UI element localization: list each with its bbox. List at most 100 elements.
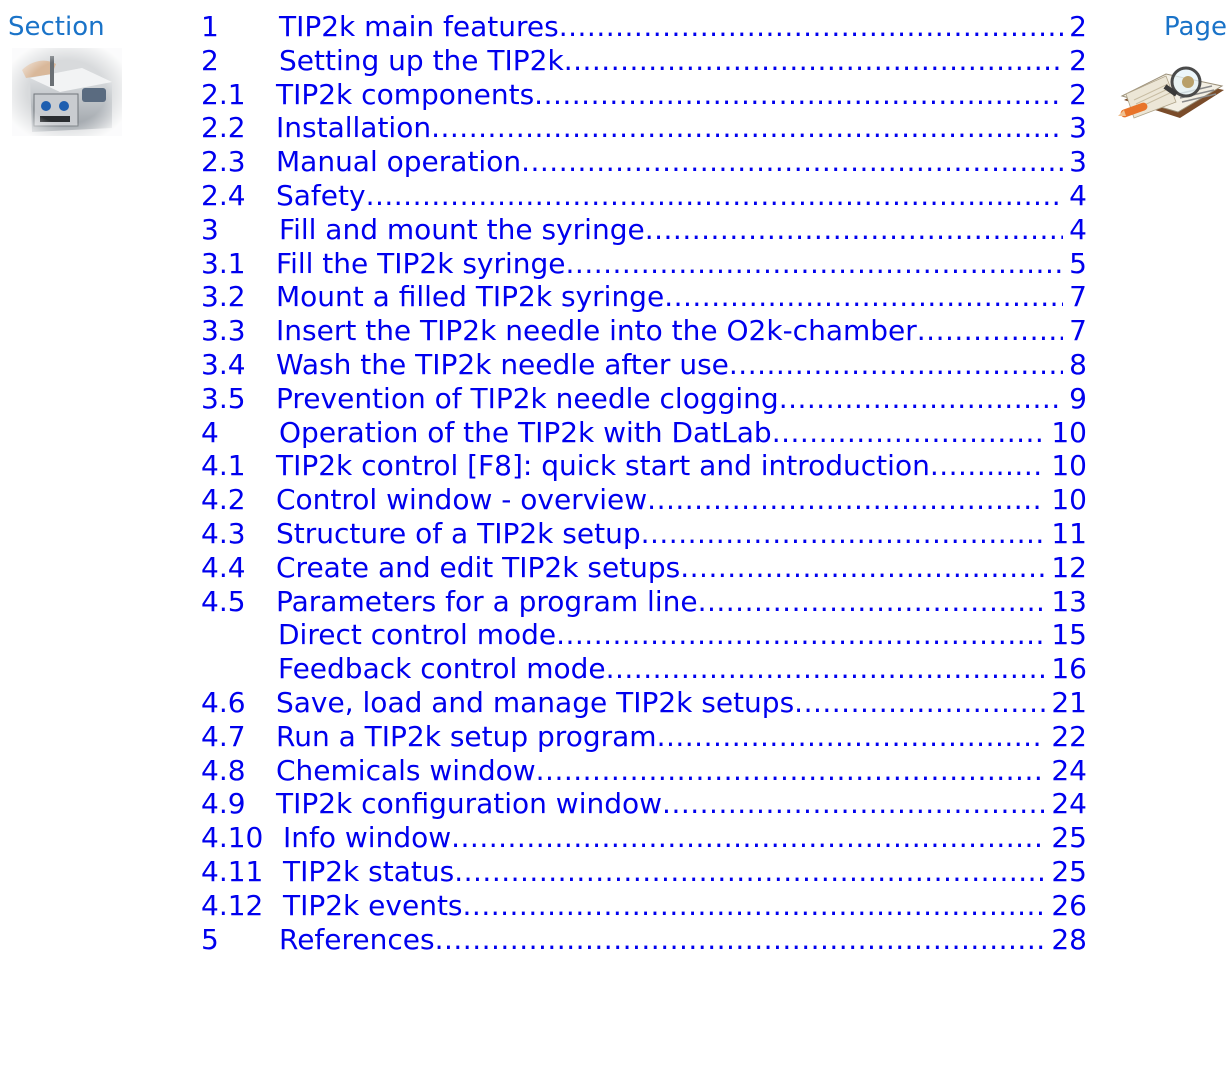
toc-page-number[interactable]: 24 [1045, 754, 1087, 788]
toc-entry[interactable]: 4.11 TIP2k status 25 [201, 855, 1087, 889]
toc-entry[interactable]: 4.10 Info window 25 [201, 821, 1087, 855]
toc-section-number: 3.4 [201, 347, 246, 381]
toc-page-number[interactable]: 21 [1045, 686, 1087, 720]
toc-section-number: 4.3 [201, 516, 246, 550]
toc-page-number[interactable]: 16 [1045, 652, 1087, 686]
toc-page-number[interactable]: 12 [1045, 551, 1087, 585]
toc-section-title[interactable]: Setting up the TIP2k [279, 44, 564, 78]
toc-section-number: 4.7 [201, 719, 246, 753]
toc-section-title[interactable]: Feedback control mode [278, 652, 606, 686]
toc-entry[interactable]: 3.2 Mount a filled TIP2k syringe 7 [201, 280, 1087, 314]
toc-page-number[interactable]: 10 [1045, 416, 1087, 450]
toc-dot-leader [641, 517, 1046, 551]
toc-section-title[interactable]: Mount a filled TIP2k syringe [276, 280, 664, 314]
toc-section-title[interactable]: References [279, 923, 435, 957]
toc-entry[interactable]: 3.3 Insert the TIP2k needle into the O2k-… [201, 314, 1087, 348]
toc-section-title[interactable]: Save, load and manage TIP2k setups [276, 686, 794, 720]
toc-section-title[interactable]: Safety [276, 179, 366, 213]
toc-section-title[interactable]: Insert the TIP2k needle into the O2k-cha… [276, 314, 917, 348]
toc-entry[interactable]: 1 TIP2k main features 2 [201, 10, 1087, 44]
toc-entry[interactable]: 2.3 Manual operation 3 [201, 145, 1087, 179]
toc-page-number[interactable]: 25 [1045, 821, 1087, 855]
toc-entry[interactable]: 5 References 28 [201, 923, 1087, 957]
toc-entry[interactable]: 3 Fill and mount the syringe 4 [201, 213, 1087, 247]
toc-section-number: 4.6 [201, 685, 246, 719]
toc-section-title[interactable]: Parameters for a program line [276, 585, 698, 619]
toc-entry[interactable]: 4.12 TIP2k events 26 [201, 889, 1087, 923]
toc-entry[interactable]: 3.4 Wash the TIP2k needle after use 8 [201, 348, 1087, 382]
toc-dot-leader [772, 416, 1046, 450]
toc-section-number: 2.4 [201, 178, 246, 212]
toc-page-number[interactable]: 3 [1063, 111, 1087, 145]
toc-entry[interactable]: 3.5 Prevention of TIP2k needle clogging 9 [201, 382, 1087, 416]
toc-entry[interactable]: 4.4 Create and edit TIP2k setups 12 [201, 551, 1087, 585]
toc-section-number: 4.8 [201, 753, 246, 787]
toc-section-title[interactable]: Wash the TIP2k needle after use [276, 348, 729, 382]
toc-page-number[interactable]: 7 [1063, 280, 1087, 314]
toc-page-number[interactable]: 15 [1045, 618, 1087, 652]
toc-section-title[interactable]: Manual operation [276, 145, 521, 179]
toc-page-number[interactable]: 9 [1063, 382, 1087, 416]
toc-section-title[interactable]: Structure of a TIP2k setup [276, 517, 641, 551]
toc-entry[interactable]: 4.8 Chemicals window 24 [201, 754, 1087, 788]
toc-page-number[interactable]: 7 [1063, 314, 1087, 348]
toc-entry[interactable]: 3.1 Fill the TIP2k syringe 5 [201, 247, 1087, 281]
toc-section-title[interactable]: Run a TIP2k setup program [276, 720, 657, 754]
toc-dot-leader [536, 754, 1046, 788]
toc-entry[interactable]: 4.3 Structure of a TIP2k setup 11 [201, 517, 1087, 551]
toc-page-number[interactable]: 2 [1063, 78, 1087, 112]
toc-section-number: 3.2 [201, 280, 246, 314]
toc-entry[interactable]: Feedback control mode 16 [201, 652, 1087, 686]
toc-section-title[interactable]: Fill and mount the syringe [279, 213, 645, 247]
toc-section-title[interactable]: TIP2k configuration window [276, 787, 662, 821]
toc-dot-leader [463, 889, 1046, 923]
toc-section-title[interactable]: TIP2k status [283, 855, 454, 889]
toc-entry[interactable]: 4.1 TIP2k control [F8]: quick start and i… [201, 449, 1087, 483]
toc-section-title[interactable]: TIP2k components [276, 78, 534, 112]
toc-page-number[interactable]: 10 [1045, 483, 1087, 517]
toc-entry[interactable]: Direct control mode 15 [201, 618, 1087, 652]
toc-entry[interactable]: 4.5 Parameters for a program line 13 [201, 585, 1087, 619]
toc-section-title[interactable]: TIP2k main features [279, 10, 559, 44]
toc-page-number[interactable]: 25 [1045, 855, 1087, 889]
toc-section-number: 4.10 [201, 821, 264, 855]
toc-page-number[interactable]: 10 [1045, 449, 1087, 483]
toc-section-title[interactable]: TIP2k events [283, 889, 463, 923]
toc-page-number[interactable]: 13 [1045, 585, 1087, 619]
toc-section-title[interactable]: Installation [276, 111, 431, 145]
toc-page-number[interactable]: 2 [1063, 44, 1087, 78]
toc-entry[interactable]: 4.7 Run a TIP2k setup program 22 [201, 720, 1087, 754]
toc-page-number[interactable]: 28 [1045, 923, 1087, 957]
toc-page-number[interactable]: 22 [1045, 720, 1087, 754]
toc-section-title[interactable]: Operation of the TIP2k with DatLab [279, 416, 772, 450]
toc-section-number: 2.3 [201, 145, 246, 179]
toc-page-number[interactable]: 24 [1045, 787, 1087, 821]
toc-entry[interactable]: 2.2 Installation 3 [201, 111, 1087, 145]
toc-page-number[interactable]: 5 [1063, 247, 1087, 281]
toc-page-number[interactable]: 4 [1063, 179, 1087, 213]
toc-section-title[interactable]: TIP2k control [F8]: quick start and intr… [276, 449, 930, 483]
toc-entry[interactable]: 4.2 Control window - overview 10 [201, 483, 1087, 517]
toc-entry[interactable]: 2.1 TIP2k components 2 [201, 78, 1087, 112]
toc-page-number[interactable]: 4 [1063, 213, 1087, 247]
toc-section-title[interactable]: Direct control mode [278, 618, 556, 652]
toc-page-number[interactable]: 26 [1045, 889, 1087, 923]
toc-entry[interactable]: 4 Operation of the TIP2k with DatLab 10 [201, 416, 1087, 450]
toc-section-title[interactable]: Prevention of TIP2k needle clogging [276, 382, 779, 416]
toc-page-number[interactable]: 8 [1063, 348, 1087, 382]
toc-entry[interactable]: 4.9 TIP2k configuration window 24 [201, 787, 1087, 821]
toc-entry[interactable]: 2 Setting up the TIP2k 2 [201, 44, 1087, 78]
toc-section-number: 3.3 [201, 314, 246, 348]
toc-page-number[interactable]: 2 [1063, 10, 1087, 44]
toc-section-title[interactable]: Create and edit TIP2k setups [276, 551, 680, 585]
toc-dot-leader [930, 449, 1046, 483]
toc-page-number[interactable]: 3 [1063, 145, 1087, 179]
toc-entry[interactable]: 2.4 Safety 4 [201, 179, 1087, 213]
toc-page-number[interactable]: 11 [1045, 517, 1087, 551]
toc-section-title[interactable]: Control window - overview [276, 483, 647, 517]
toc-section-number: 2.2 [201, 111, 246, 145]
toc-section-title[interactable]: Fill the TIP2k syringe [276, 247, 566, 281]
toc-section-title[interactable]: Chemicals window [276, 754, 536, 788]
toc-entry[interactable]: 4.6 Save, load and manage TIP2k setups 21 [201, 686, 1087, 720]
toc-section-title[interactable]: Info window [283, 821, 451, 855]
